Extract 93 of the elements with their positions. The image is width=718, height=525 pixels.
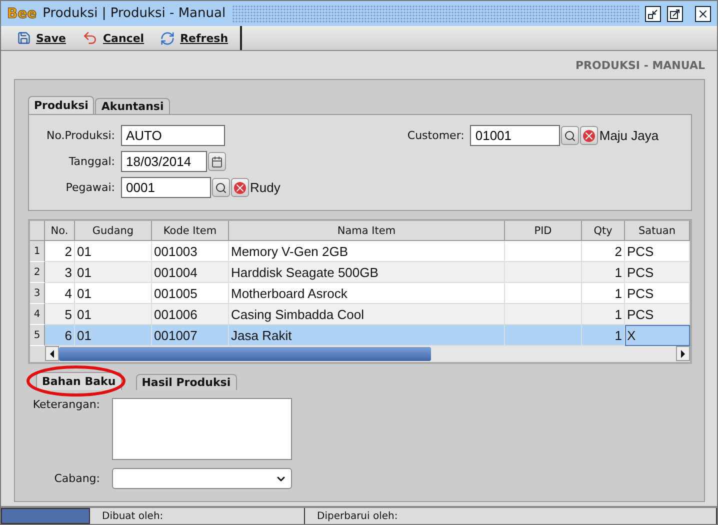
tab[interactable]: Bahan Baku <box>36 372 122 390</box>
table-cell: 001003 <box>152 241 229 262</box>
table-cell: 01 <box>75 304 152 325</box>
left-triangle-icon <box>49 350 55 358</box>
row-header[interactable]: 4 <box>30 304 45 325</box>
column-header[interactable]: PID <box>505 221 582 241</box>
clear-icon <box>234 182 246 194</box>
column-header[interactable]: Satuan <box>625 221 690 241</box>
table-cell: Harddisk Seagate 500GB <box>229 262 505 283</box>
table-cell: 001007 <box>152 325 229 346</box>
clear-button[interactable] <box>231 178 249 197</box>
tab[interactable]: Hasil Produksi <box>136 374 237 390</box>
table-cell: 01 <box>75 241 152 262</box>
date-field[interactable]: 18/03/2014 <box>121 151 207 172</box>
table-cell: Memory V-Gen 2GB <box>229 241 505 262</box>
field-label: No.Produksi: <box>45 129 115 142</box>
table-cell: 6 <box>45 325 75 346</box>
right-triangle-icon <box>680 350 686 358</box>
table-cell: PCS <box>625 283 690 304</box>
header-corner <box>30 221 45 241</box>
search-icon <box>215 182 227 194</box>
table-cell: PCS <box>625 262 690 283</box>
status-text: Diperbarui oleh: <box>305 508 717 524</box>
calendar-button[interactable] <box>208 152 226 171</box>
window-title: Produksi | Produksi - Manual <box>42 6 226 21</box>
scroll-right-button[interactable] <box>676 346 690 361</box>
name-text: Rudy <box>250 180 280 195</box>
field-label: Pegawai: <box>64 181 115 194</box>
tab[interactable]: Akuntansi <box>95 98 170 114</box>
field-label: Keterangan: <box>32 398 100 411</box>
input-field[interactable]: AUTO <box>121 125 225 146</box>
table-cell: 4 <box>45 283 75 304</box>
calendar-icon <box>211 156 223 168</box>
table-cell: 3 <box>45 262 75 283</box>
table-cell: PCS <box>625 304 690 325</box>
row-header[interactable]: 1 <box>30 241 45 262</box>
table-cell: 2 <box>45 241 75 262</box>
maximize-button[interactable] <box>667 6 683 22</box>
table-cell: 2 <box>582 241 625 262</box>
column-header[interactable]: Kode Item <box>152 221 229 241</box>
scroll-left-button[interactable] <box>45 346 59 361</box>
page-heading: PRODUKSI - MANUAL <box>576 58 705 74</box>
input-field[interactable]: 0001 <box>121 177 211 198</box>
clear-button[interactable] <box>580 126 598 145</box>
row-header[interactable]: 3 <box>30 283 45 304</box>
table-cell: 001004 <box>152 262 229 283</box>
table-cell: Motherboard Asrock <box>229 283 505 304</box>
field-label: Customer: <box>406 129 464 142</box>
column-header[interactable]: Gudang <box>75 221 152 241</box>
search-button[interactable] <box>561 126 580 145</box>
table-cell: 1 <box>582 283 625 304</box>
restore-button[interactable] <box>645 6 661 22</box>
field-label: Cabang: <box>53 472 100 485</box>
maximize-icon <box>670 8 680 18</box>
table-cell: 1 <box>582 304 625 325</box>
table-cell: Jasa Rakit <box>229 325 505 346</box>
table-cell: 01 <box>75 283 152 304</box>
table-cell: 1 <box>582 325 625 346</box>
row-header[interactable]: 2 <box>30 262 45 283</box>
column-header[interactable]: Qty <box>582 221 625 241</box>
undo-arrow-icon <box>82 30 98 46</box>
branch-dropdown[interactable] <box>112 468 292 489</box>
name-text: Maju Jaya <box>599 128 659 143</box>
refresh-icon <box>160 30 176 46</box>
scrollbar-thumb[interactable] <box>59 347 431 361</box>
table-cell: 01 <box>75 262 152 283</box>
column-header[interactable]: No. <box>45 221 75 241</box>
row-header[interactable]: 5 <box>30 325 45 346</box>
table-cell: 001005 <box>152 283 229 304</box>
horizontal-scrollbar[interactable] <box>30 346 690 362</box>
table-cell: 1 <box>582 262 625 283</box>
table-cell: X <box>625 325 690 346</box>
tab[interactable]: Produksi <box>28 96 94 114</box>
search-icon <box>564 130 576 142</box>
column-header[interactable]: Nama Item <box>229 221 505 241</box>
refresh-button[interactable]: Refresh <box>154 26 238 50</box>
search-button[interactable] <box>212 178 230 197</box>
table-cell: 01 <box>75 325 152 346</box>
close-button[interactable] <box>695 6 711 22</box>
save-button[interactable]: Save <box>11 26 76 50</box>
input-field[interactable]: 01001 <box>470 125 560 146</box>
close-icon <box>697 8 709 20</box>
clear-icon <box>583 130 596 142</box>
app-logo: Bee <box>7 6 37 22</box>
table-cell: Casing Simbadda Cool <box>229 304 505 325</box>
cancel-button[interactable]: Cancel <box>76 26 154 50</box>
notes-field[interactable] <box>112 398 292 460</box>
restore-icon <box>648 8 658 18</box>
status-text: Dibuat oleh: <box>90 508 305 524</box>
field-label: Tanggal: <box>68 155 115 168</box>
table-cell: 5 <box>45 304 75 325</box>
table-cell: 001006 <box>152 304 229 325</box>
table-cell: PCS <box>625 241 690 262</box>
